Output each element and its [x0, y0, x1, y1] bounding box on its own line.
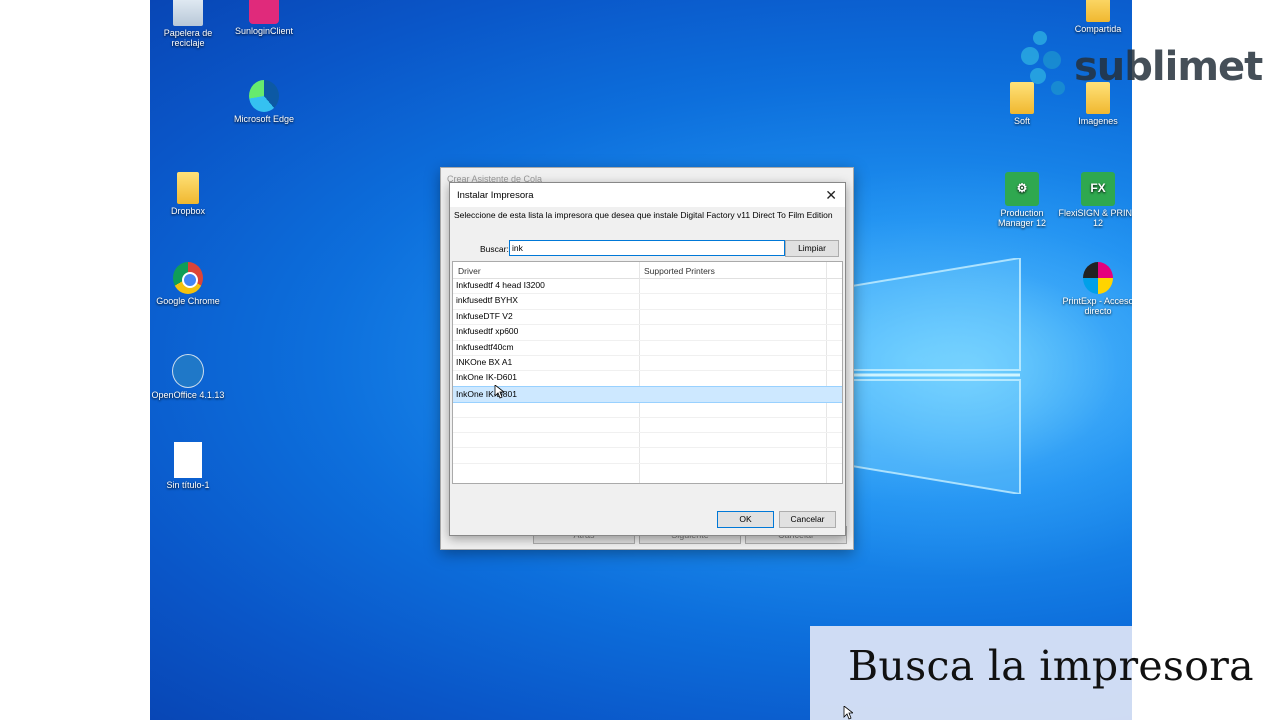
- document-icon: [174, 442, 202, 478]
- close-icon[interactable]: ✕: [825, 187, 837, 204]
- driver-name: Inkfusedtf xp600: [456, 326, 519, 337]
- driver-list[interactable]: Driver Supported Printers Inkfusedtf 4 h…: [452, 261, 843, 484]
- mouse-cursor-icon: [843, 706, 853, 720]
- printexp-icon: [1083, 262, 1113, 294]
- driver-name: InkOne IK-D801: [456, 388, 517, 399]
- windows-logo-wallpaper: [840, 258, 1021, 494]
- driver-name: InkOne IK-D601: [456, 372, 517, 383]
- desktop-icon-label: Dropbox: [170, 206, 206, 216]
- desktop-icon-label: OpenOffice 4.1.13: [151, 390, 225, 400]
- desktop-icon-label: Sin título-1: [166, 480, 210, 490]
- desktop-icon-compartida[interactable]: Compartida: [1058, 0, 1132, 34]
- desktop-icon-recycle-bin[interactable]: Papelera de reciclaje: [150, 0, 228, 48]
- list-item[interactable]: inkfusedtf BYHX: [453, 293, 842, 310]
- video-frame-left: [0, 0, 150, 720]
- desktop-icon-openoffice[interactable]: OpenOffice 4.1.13: [150, 354, 228, 400]
- driver-name: Inkfusedtf40cm: [456, 341, 514, 352]
- desktop-icon-label: Google Chrome: [156, 296, 220, 306]
- video-caption: Busca la impresora: [848, 642, 1254, 690]
- desktop-icon-label: Imagenes: [1078, 116, 1118, 126]
- sunlogin-icon: [249, 0, 279, 24]
- desktop-icon-printexp[interactable]: PrintExp - Acceso directo: [1058, 262, 1132, 316]
- desktop-icon-untitled[interactable]: Sin título-1: [150, 442, 228, 490]
- recycle-bin-icon: [173, 0, 203, 26]
- list-item[interactable]: InkfuseDTF V2: [453, 309, 842, 326]
- chrome-icon: [173, 262, 203, 294]
- driver-name: inkfusedtf BYHX: [456, 295, 518, 306]
- video-caption-box: Busca la impresora: [810, 626, 1254, 720]
- sublimet-watermark: sublimet: [1012, 30, 1263, 102]
- list-item[interactable]: InkOne IK-D601: [453, 370, 842, 387]
- desktop-icon-label: Soft: [1013, 116, 1030, 126]
- flexisign-icon: FX: [1081, 172, 1115, 206]
- folder-icon: [1086, 0, 1110, 22]
- sublimet-logo-icon: [1021, 31, 1065, 95]
- column-header-supported-printers[interactable]: Supported Printers: [644, 266, 715, 276]
- list-item-empty: [453, 432, 842, 449]
- mouse-cursor-icon: [494, 385, 504, 399]
- desktop-icon-label: Papelera de reciclaje: [163, 28, 213, 48]
- dialog-instruction: Seleccione de esta lista la impresora qu…: [454, 210, 833, 220]
- desktop-icon-label: Production Manager 12: [997, 208, 1047, 228]
- dialog-titlebar: Instalar Impresora ✕: [450, 183, 845, 207]
- driver-name: INKOne BX A1: [456, 357, 513, 367]
- install-printer-dialog: Instalar Impresora ✕ Seleccione de esta …: [449, 182, 846, 536]
- list-item[interactable]: INKOne BX A1: [453, 355, 842, 372]
- ok-button[interactable]: OK: [717, 511, 774, 528]
- list-item[interactable]: Inkfusedtf40cm: [453, 340, 842, 356]
- desktop-icon-label: SunloginClient: [234, 26, 294, 36]
- desktop-icon-chrome[interactable]: Google Chrome: [150, 262, 228, 306]
- list-item[interactable]: Inkfusedtf 4 head I3200: [453, 278, 842, 295]
- folder-icon: [177, 172, 199, 204]
- video-frame-right: [1132, 0, 1280, 720]
- dialog-title: Instalar Impresora: [457, 190, 534, 201]
- list-item-empty: [453, 417, 842, 433]
- cancel-button[interactable]: Cancelar: [779, 511, 836, 528]
- desktop-icon-label: FlexiSIGN & PRINT 12: [1058, 208, 1132, 228]
- list-header: Driver Supported Printers: [453, 262, 842, 279]
- openoffice-icon: [172, 354, 204, 388]
- desktop-icon-sunlogin[interactable]: SunloginClient: [224, 0, 304, 36]
- driver-name: Inkfusedtf 4 head I3200: [456, 280, 545, 290]
- clear-button[interactable]: Limpiar: [785, 240, 839, 257]
- search-label: Buscar:: [480, 244, 509, 254]
- list-item-empty: [453, 401, 842, 418]
- brand-wordmark: sublimet: [1074, 44, 1263, 90]
- column-header-driver[interactable]: Driver: [458, 266, 481, 276]
- list-item[interactable]: Inkfusedtf xp600: [453, 324, 842, 341]
- edge-icon: [249, 80, 279, 112]
- desktop-icon-edge[interactable]: Microsoft Edge: [224, 80, 304, 124]
- gear-icon: ⚙: [1005, 172, 1039, 206]
- desktop-icon-production-manager[interactable]: ⚙ Production Manager 12: [982, 172, 1062, 228]
- desktop-icon-dropbox[interactable]: Dropbox: [150, 172, 228, 216]
- search-input[interactable]: ink: [509, 240, 785, 256]
- desktop-icon-label: PrintExp - Acceso directo: [1062, 296, 1132, 316]
- desktop-icon-flexisign[interactable]: FX FlexiSIGN & PRINT 12: [1058, 172, 1132, 228]
- list-item-empty: [453, 447, 842, 464]
- driver-name: InkfuseDTF V2: [456, 310, 513, 321]
- desktop-icon-label: Microsoft Edge: [233, 114, 295, 124]
